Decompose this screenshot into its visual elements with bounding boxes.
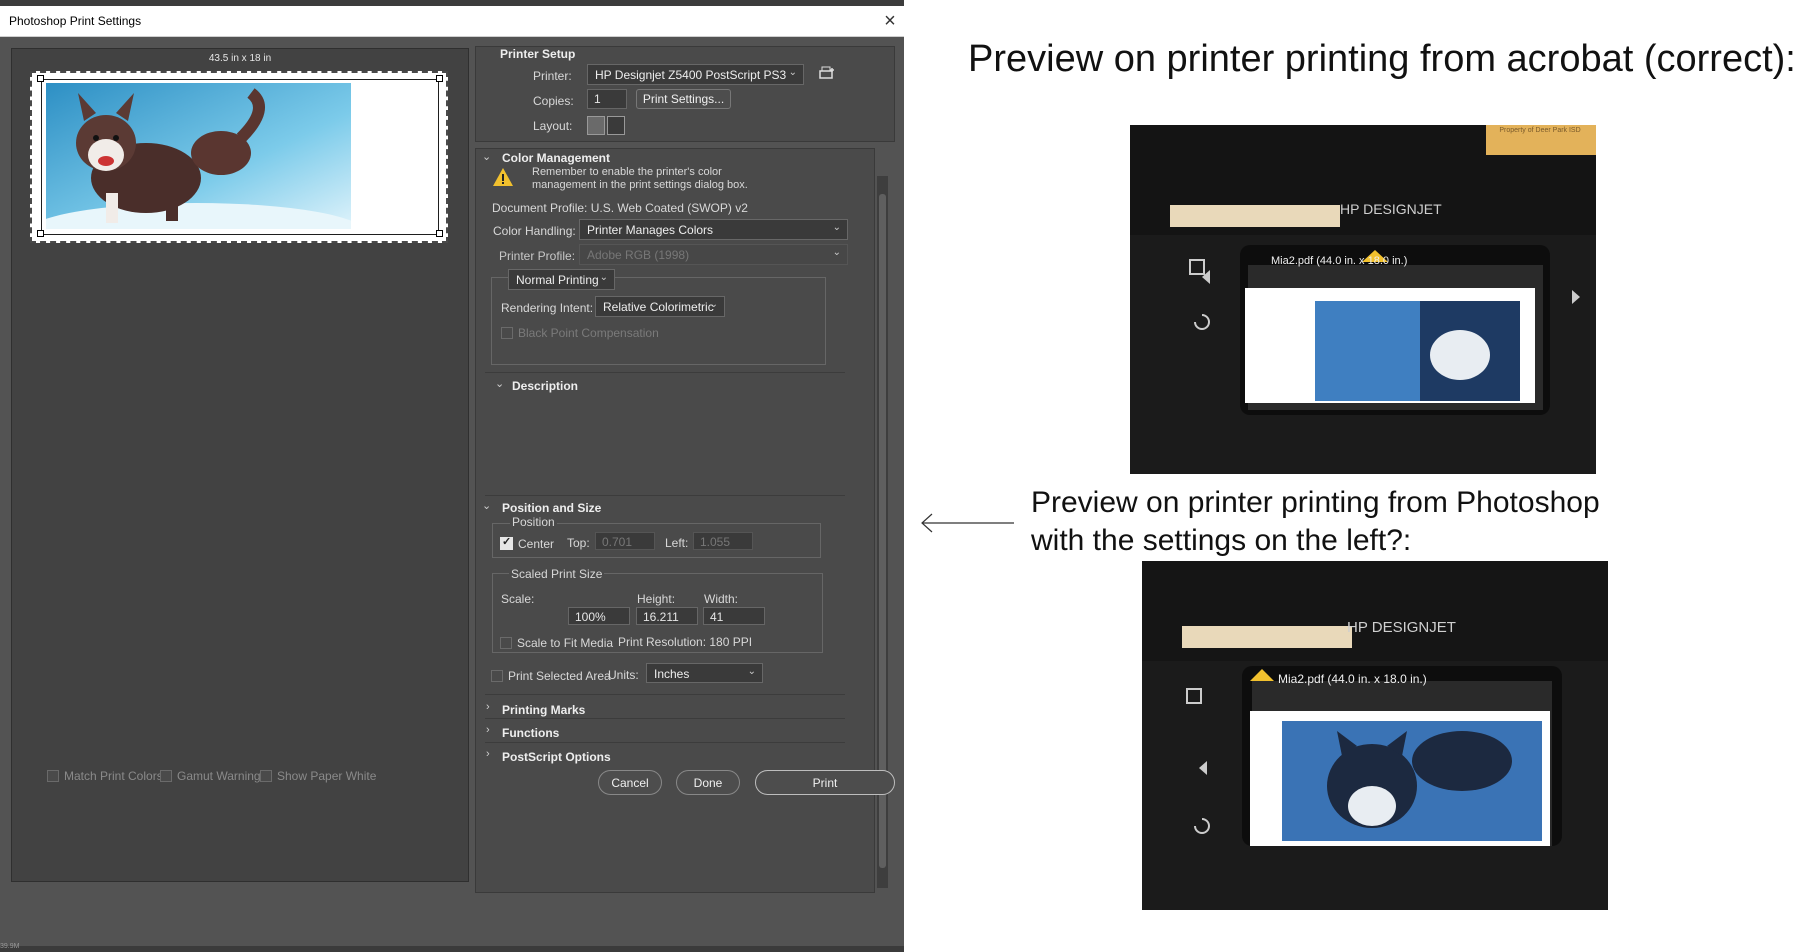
acrobat-printer-photo: HP DESIGNJET Property of Deer Park ISD M… — [1130, 125, 1596, 474]
print-button[interactable]: Print — [755, 770, 895, 795]
scale-to-fit-checkbox[interactable]: Scale to Fit Media — [500, 634, 613, 652]
scrollbar-thumb[interactable] — [879, 194, 886, 868]
position-group-label: Position — [510, 515, 557, 529]
document-profile: Document Profile: U.S. Web Coated (SWOP)… — [492, 201, 748, 215]
black-point-check: Black Point Compensation — [501, 324, 659, 342]
scale-input[interactable]: 100% — [568, 607, 630, 625]
annotation-heading-top: Preview on printer printing from acrobat… — [968, 38, 1796, 80]
section-divider — [485, 718, 845, 719]
color-handling-select[interactable]: Printer Manages Colors ⌄ — [579, 219, 848, 240]
left-arrow-icon — [918, 510, 1014, 536]
copies-input[interactable]: 1 — [587, 89, 627, 109]
color-management-warning: Remember to enable the printer's color m… — [532, 166, 748, 191]
chevron-down-icon: ⌄ — [832, 247, 841, 258]
scale-label: Scale: — [501, 592, 535, 606]
color-handling-label: Color Handling: — [493, 224, 576, 238]
cancel-button[interactable]: Cancel — [598, 770, 662, 795]
resize-handle[interactable] — [436, 75, 443, 82]
color-management-title: Color Management — [502, 151, 611, 165]
chevron-down-icon[interactable]: ⌄ — [482, 499, 491, 512]
section-divider — [485, 742, 845, 743]
scaled-print-size-label: Scaled Print Size — [509, 567, 605, 581]
chevron-right-icon[interactable]: › — [486, 748, 490, 760]
rendering-intent-select[interactable]: Relative Colorimetric ⌄ — [595, 296, 725, 317]
chevron-down-icon[interactable]: ⌄ — [495, 377, 504, 390]
close-icon[interactable]: × — [878, 9, 902, 33]
paper-size-label: 43.5 in x 18 in — [208, 53, 272, 64]
chevron-right-icon[interactable]: › — [486, 724, 490, 736]
chevron-right-icon[interactable]: › — [486, 701, 490, 713]
chevron-down-icon[interactable]: ⌄ — [482, 150, 491, 163]
settings-panel: Printer Setup Printer: HP Designjet Z540… — [475, 46, 895, 893]
description-title: Description — [512, 379, 579, 393]
printing-marks-title[interactable]: Printing Marks — [502, 703, 585, 717]
document-size: 39.9M — [0, 943, 20, 950]
print-mode-select[interactable]: Normal Printing ⌄ — [508, 269, 615, 290]
rendering-group — [491, 277, 826, 365]
postscript-options-title[interactable]: PostScript Options — [502, 750, 611, 764]
resize-handle[interactable] — [37, 230, 44, 237]
top-input: 0.701 — [595, 532, 655, 550]
property-sticker: Property of Deer Park ISD — [1499, 127, 1581, 134]
dialog-title: Photoshop Print Settings — [9, 14, 142, 28]
paper-preview — [30, 71, 448, 243]
match-print-colors-check[interactable]: Match Print Colors — [47, 767, 163, 785]
chevron-down-icon: ⌄ — [747, 666, 756, 677]
done-button[interactable]: Done — [676, 770, 740, 795]
printer-label: Printer: — [533, 69, 572, 83]
resize-handle[interactable] — [436, 230, 443, 237]
dialog-titlebar: Photoshop Print Settings × — [0, 6, 904, 37]
chevron-down-icon: ⌄ — [788, 67, 797, 78]
print-settings-dialog: Photoshop Print Settings × 43.5 in x 18 … — [0, 6, 904, 952]
chevron-down-icon: ⌄ — [709, 299, 718, 310]
center-checkbox[interactable]: ✓ Center — [500, 535, 554, 553]
print-selected-area-checkbox[interactable]: Print Selected Area — [491, 667, 611, 685]
printer-setup-title: Printer Setup — [500, 47, 576, 61]
chevron-down-icon: ⌄ — [832, 222, 841, 233]
copies-label: Copies: — [533, 94, 574, 108]
annotation-heading-mid: Preview on printer printing from Photosh… — [1031, 484, 1600, 560]
file-label: Mia2.pdf (44.0 in. x 18.0 in.) — [1271, 255, 1408, 267]
printer-profile-select: Adobe RGB (1998) ⌄ — [579, 244, 848, 265]
printer-brand: HP DESIGNJET — [1347, 619, 1456, 636]
layout-label: Layout: — [533, 119, 573, 133]
top-label: Top: — [567, 536, 590, 550]
width-input[interactable]: 41 — [703, 607, 765, 625]
section-divider — [485, 495, 845, 496]
functions-title[interactable]: Functions — [502, 726, 559, 740]
height-label: Height: — [637, 592, 676, 606]
add-printer-icon[interactable] — [818, 65, 836, 83]
husky-artwork-thumbnail — [46, 83, 351, 229]
left-input: 1.055 — [693, 532, 753, 550]
annotation-heading-mid-line2: with the settings on the left?: — [1031, 524, 1412, 557]
show-paper-white-check[interactable]: Show Paper White — [260, 767, 376, 785]
section-divider — [485, 694, 845, 695]
units-select[interactable]: Inches ⌄ — [646, 663, 763, 683]
file-label: Mia2.pdf (44.0 in. x 18.0 in.) — [1278, 672, 1427, 686]
printer-profile-label: Printer Profile: — [499, 249, 576, 263]
annotation-heading-mid-line1: Preview on printer printing from Photosh… — [1031, 486, 1600, 519]
position-size-title: Position and Size — [502, 501, 602, 515]
printer-setup-section: Printer Setup Printer: HP Designjet Z540… — [475, 46, 895, 142]
print-preview-area: 43.5 in x 18 in — [11, 48, 469, 882]
left-label: Left: — [665, 536, 689, 550]
rendering-intent-label: Rendering Intent: — [501, 301, 594, 315]
landscape-layout-icon[interactable] — [607, 116, 625, 135]
warning-icon — [492, 167, 514, 187]
units-label: Units: — [608, 668, 639, 682]
resize-handle[interactable] — [37, 75, 44, 82]
printer-select[interactable]: HP Designjet Z5400 PostScript PS3 ⌄ — [587, 64, 804, 85]
printer-brand: HP DESIGNJET — [1340, 201, 1442, 217]
width-label: Width: — [704, 592, 739, 606]
photoshop-printer-photo: HP DESIGNJET Mia2.pdf (44.0 in. x 18.0 i… — [1142, 561, 1608, 910]
gamut-warning-check[interactable]: Gamut Warning — [160, 767, 261, 785]
print-resolution: Print Resolution: 180 PPI — [618, 635, 753, 649]
chevron-down-icon: ⌄ — [599, 272, 608, 283]
portrait-layout-icon[interactable] — [587, 116, 605, 135]
print-settings-button[interactable]: Print Settings... — [636, 89, 731, 109]
status-bar: 39.9M — [0, 943, 904, 952]
height-input[interactable]: 16.211 — [636, 607, 698, 625]
section-divider — [485, 372, 845, 373]
